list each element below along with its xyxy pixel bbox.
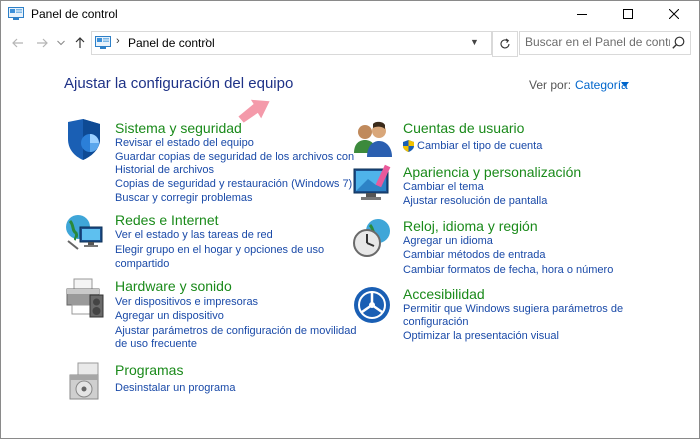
chevron-down-icon bbox=[57, 40, 65, 46]
link-check-status[interactable]: Revisar el estado del equipo bbox=[115, 137, 254, 149]
breadcrumb-separator-icon[interactable]: › bbox=[116, 35, 120, 47]
address-bar[interactable]: › Panel de control › ▼ bbox=[91, 31, 492, 55]
close-icon bbox=[669, 9, 679, 19]
printer-icon bbox=[66, 278, 104, 318]
category-title[interactable]: Redes e Internet bbox=[115, 212, 219, 228]
up-arrow-icon bbox=[75, 37, 85, 48]
title-bar: Panel de control bbox=[1, 1, 699, 27]
link-network-status[interactable]: Ver el estado y las tareas de red bbox=[115, 229, 273, 241]
link-backup-restore[interactable]: Copias de seguridad y restauración (Wind… bbox=[115, 178, 352, 190]
close-button[interactable] bbox=[651, 1, 697, 27]
link-devices-printers[interactable]: Ver dispositivos e impresoras bbox=[115, 296, 258, 308]
category-title[interactable]: Reloj, idioma y región bbox=[403, 218, 538, 234]
clock-globe-icon bbox=[353, 219, 390, 257]
accessibility-icon bbox=[354, 287, 390, 323]
maximize-icon bbox=[623, 9, 633, 19]
page-title: Ajustar la configuración del equipo bbox=[64, 75, 294, 92]
link-uninstall-program[interactable]: Desinstalar un programa bbox=[115, 382, 235, 394]
back-button[interactable] bbox=[10, 35, 26, 51]
category-title[interactable]: Programas bbox=[115, 362, 183, 378]
up-button[interactable] bbox=[72, 35, 88, 51]
forward-arrow-icon bbox=[37, 38, 48, 48]
forward-button[interactable] bbox=[34, 35, 50, 51]
refresh-button[interactable] bbox=[492, 31, 518, 57]
monitor-paint-icon bbox=[353, 164, 391, 200]
category-title[interactable]: Sistema y seguridad bbox=[115, 120, 242, 136]
programs-disk-icon bbox=[69, 362, 99, 400]
link-homegroup-cont[interactable]: compartido bbox=[115, 258, 169, 270]
maximize-button[interactable] bbox=[605, 1, 651, 27]
search-icon[interactable] bbox=[672, 36, 685, 49]
minimize-icon bbox=[577, 14, 587, 15]
control-panel-icon bbox=[95, 36, 111, 49]
link-change-account-type[interactable]: Cambiar el tipo de cuenta bbox=[417, 140, 542, 152]
back-arrow-icon bbox=[12, 38, 23, 48]
view-by-label: Ver por: bbox=[529, 78, 572, 92]
network-globe-icon bbox=[66, 215, 103, 250]
minimize-button[interactable] bbox=[559, 1, 605, 27]
window-title: Panel de control bbox=[31, 7, 118, 21]
control-panel-window: Panel de control › Panel de control › ▼ … bbox=[0, 0, 700, 439]
view-by-dropdown-arrow-icon[interactable] bbox=[621, 82, 629, 87]
uac-shield-icon bbox=[403, 140, 414, 152]
link-windows-suggest-cont[interactable]: configuración bbox=[403, 316, 468, 328]
search-input[interactable] bbox=[520, 32, 670, 52]
category-title[interactable]: Cuentas de usuario bbox=[403, 120, 524, 136]
breadcrumb-control-panel[interactable]: Panel de control bbox=[128, 36, 215, 50]
users-icon bbox=[354, 121, 392, 157]
link-input-methods[interactable]: Cambiar métodos de entrada bbox=[403, 249, 545, 261]
link-file-history[interactable]: Historial de archivos bbox=[115, 164, 214, 176]
annotation-arrow-icon bbox=[238, 99, 270, 123]
refresh-icon bbox=[500, 38, 510, 49]
search-box[interactable] bbox=[519, 31, 691, 55]
navigation-bar: › Panel de control › ▼ bbox=[1, 28, 699, 58]
link-homegroup[interactable]: Elegir grupo en el hogar y opciones de u… bbox=[115, 244, 324, 256]
link-optimize-display[interactable]: Optimizar la presentación visual bbox=[403, 330, 559, 342]
link-change-theme[interactable]: Cambiar el tema bbox=[403, 181, 484, 193]
category-title[interactable]: Apariencia y personalización bbox=[403, 164, 581, 180]
link-backup-files[interactable]: Guardar copias de seguridad de los archi… bbox=[115, 151, 354, 163]
recent-locations-button[interactable] bbox=[56, 35, 66, 51]
link-add-device[interactable]: Agregar un dispositivo bbox=[115, 310, 224, 322]
link-date-formats[interactable]: Cambiar formatos de fecha, hora o número bbox=[403, 264, 613, 276]
breadcrumb-separator-icon[interactable]: › bbox=[205, 35, 209, 47]
view-by-dropdown[interactable]: Categoría bbox=[575, 78, 628, 92]
shield-icon bbox=[68, 119, 100, 160]
link-screen-resolution[interactable]: Ajustar resolución de pantalla bbox=[403, 195, 547, 207]
link-mobility-settings[interactable]: Ajustar parámetros de configuración de m… bbox=[115, 325, 357, 337]
address-dropdown-icon[interactable]: ▼ bbox=[470, 37, 479, 47]
category-title[interactable]: Hardware y sonido bbox=[115, 278, 232, 294]
link-troubleshoot[interactable]: Buscar y corregir problemas bbox=[115, 192, 253, 204]
category-title[interactable]: Accesibilidad bbox=[403, 286, 485, 302]
link-mobility-settings-cont[interactable]: de uso frecuente bbox=[115, 338, 197, 350]
control-panel-icon bbox=[8, 7, 24, 20]
link-windows-suggest[interactable]: Permitir que Windows sugiera parámetros … bbox=[403, 303, 623, 315]
link-add-language[interactable]: Agregar un idioma bbox=[403, 235, 493, 247]
